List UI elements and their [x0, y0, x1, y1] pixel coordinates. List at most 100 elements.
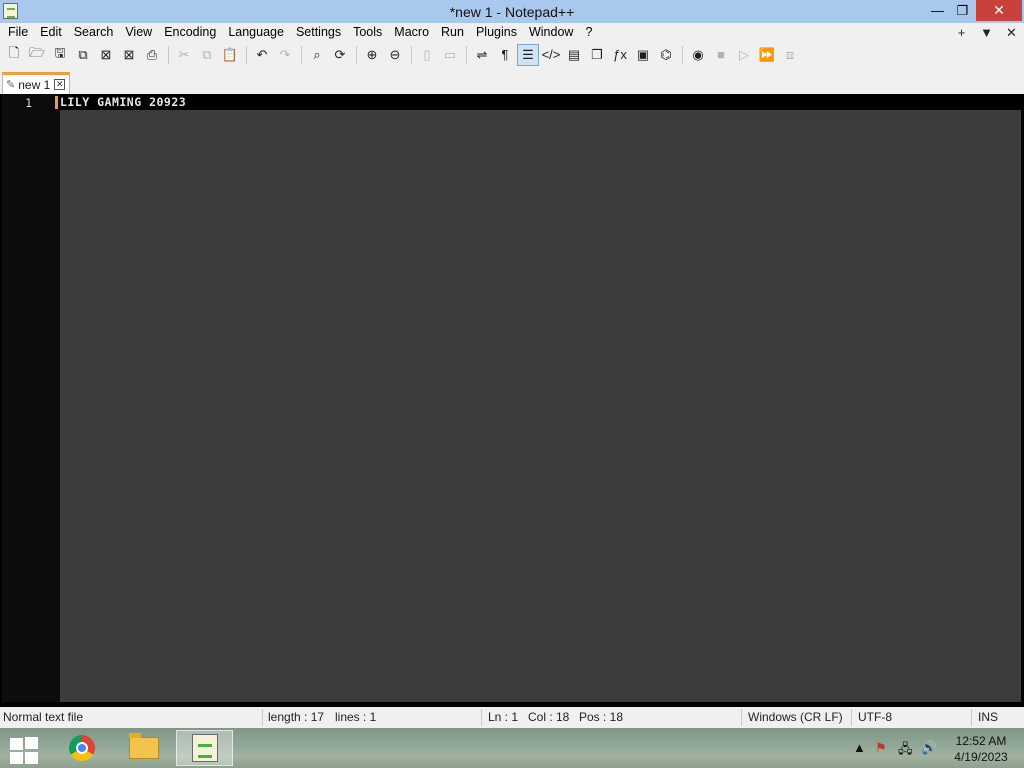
menu-edit[interactable]: Edit [34, 23, 68, 42]
menu-encoding[interactable]: Encoding [158, 23, 222, 42]
menu-view[interactable]: View [119, 23, 158, 42]
sync-horizontal-icon[interactable]: ▭ [439, 44, 461, 66]
doc-list-icon[interactable]: ❐ [586, 44, 608, 66]
replace-icon[interactable]: ⟳ [329, 44, 351, 66]
redo-icon[interactable]: ↷ [274, 44, 296, 66]
minimize-button[interactable]: — [925, 0, 950, 21]
taskbar-notepad-plus-plus[interactable] [176, 730, 233, 766]
modified-pencil-icon: ✎ [6, 79, 16, 91]
tab-list-icon[interactable]: ▼ [974, 25, 999, 40]
notepad-plus-plus-icon [191, 734, 218, 762]
play-macro-icon[interactable]: ▷ [733, 44, 755, 66]
taskbar-clock[interactable]: 12:52 AM 4/19/2023 [945, 733, 1017, 765]
status-encoding[interactable]: UTF-8 [858, 707, 892, 728]
clock-date: 4/19/2023 [954, 750, 1008, 764]
network-icon[interactable]: 🖧 [898, 740, 913, 762]
print-icon[interactable]: ⎙ [141, 44, 163, 66]
stop-macro-icon[interactable]: ■ [710, 44, 732, 66]
zoom-in-icon[interactable]: ⊕ [361, 44, 383, 66]
cut-icon[interactable]: ✂ [173, 44, 195, 66]
show-hidden-icons[interactable]: ▲ [853, 740, 866, 755]
editor-line[interactable]: LILY GAMING 20923 [60, 95, 186, 109]
status-eol[interactable]: Windows (CR LF) [748, 707, 843, 728]
current-line-highlight [60, 94, 1021, 110]
save-icon[interactable]: 🖫 [49, 44, 71, 66]
action-center-flag-icon[interactable]: ⚑ [875, 740, 887, 756]
menu-plugins[interactable]: Plugins [470, 23, 523, 42]
save-macro-icon[interactable]: ⧈ [779, 44, 801, 66]
copy-icon[interactable]: ⧉ [196, 44, 218, 66]
paste-icon[interactable]: 📋 [219, 44, 241, 66]
save-all-icon[interactable]: ⧉ [72, 44, 94, 66]
close-tab-icon[interactable]: ✕ [999, 25, 1024, 41]
tab-bar: ✎ new 1 ✕ [0, 67, 1024, 94]
volume-icon[interactable]: 🔊 [921, 740, 937, 756]
status-divider [262, 709, 263, 726]
close-all-icon[interactable]: ⊠ [118, 44, 140, 66]
clock-time: 12:52 AM [955, 734, 1007, 748]
indent-guide-icon[interactable]: ☰ [517, 43, 539, 66]
sync-vertical-icon[interactable]: ▯ [416, 44, 438, 66]
menu-help[interactable]: ? [579, 23, 598, 42]
file-explorer-icon [128, 733, 159, 759]
doc-map-icon[interactable]: ▤ [563, 44, 585, 66]
title-bar: *new 1 - Notepad++ — ❐ ✕ [0, 0, 1024, 23]
menu-macro[interactable]: Macro [388, 23, 435, 42]
run-macro-multiple-icon[interactable]: ⏩ [756, 44, 778, 66]
record-macro-icon[interactable]: ◉ [687, 44, 709, 66]
word-wrap-icon[interactable]: ⇌ [471, 44, 493, 66]
restore-button[interactable]: ❐ [950, 0, 975, 21]
status-ln: Ln : 1 [488, 710, 519, 724]
tab-close-icon[interactable]: ✕ [54, 79, 66, 90]
close-icon[interactable]: ⊠ [95, 44, 117, 66]
status-lines: lines : 1 [335, 710, 377, 724]
editor-area[interactable]: 1 LILY GAMING 20923 [2, 94, 1021, 702]
status-pos: Pos : 18 [579, 710, 624, 724]
function-list-icon[interactable]: ƒx [609, 44, 631, 66]
find-icon[interactable]: ⌕ [306, 44, 328, 66]
toolbar-separator [682, 45, 683, 64]
toolbar-separator [168, 45, 169, 64]
menu-right-controls: + ▼ ✕ [949, 23, 1024, 42]
taskbar-file-explorer[interactable] [115, 730, 172, 766]
xml-tag-icon[interactable]: </> [540, 44, 562, 66]
toolbar-separator [356, 45, 357, 64]
status-divider [851, 709, 852, 726]
toolbar: 🗋 🗁 🖫 ⧉ ⊠ ⊠ ⎙ ✂ ⧉ 📋 ↶ ↷ ⌕ ⟳ ⊕ ⊖ ▯ ▭ ⇌ ¶ … [0, 42, 1024, 67]
show-all-chars-icon[interactable]: ¶ [494, 44, 516, 66]
tab-new-1[interactable]: ✎ new 1 ✕ [2, 72, 70, 94]
tab-label: new 1 [18, 77, 51, 92]
menu-language[interactable]: Language [222, 23, 290, 42]
status-length: length : 17 [268, 710, 325, 724]
start-icon[interactable] [8, 736, 40, 764]
new-file-icon[interactable]: 🗋 [3, 44, 25, 66]
folder-workspace-icon[interactable]: ⌬ [655, 44, 677, 66]
status-insert-mode[interactable]: INS [978, 707, 998, 728]
new-tab-icon[interactable]: + [949, 25, 974, 40]
menu-window[interactable]: Window [523, 23, 579, 42]
zoom-out-icon[interactable]: ⊖ [384, 44, 406, 66]
status-divider [971, 709, 972, 726]
undo-icon[interactable]: ↶ [251, 44, 273, 66]
taskbar-chrome[interactable] [53, 730, 110, 766]
toolbar-separator [466, 45, 467, 64]
close-button[interactable]: ✕ [976, 0, 1022, 21]
toolbar-separator [246, 45, 247, 64]
status-bar: Normal text file length : 17 lines : 1 L… [0, 707, 1024, 728]
menu-run[interactable]: Run [435, 23, 470, 42]
line-number: 1 [25, 96, 32, 110]
status-file-type: Normal text file [3, 710, 84, 724]
open-folder-icon[interactable]: 🗁 [26, 44, 48, 66]
status-divider [741, 709, 742, 726]
menu-tools[interactable]: Tools [347, 23, 388, 42]
menu-search[interactable]: Search [68, 23, 120, 42]
monitor-icon[interactable]: ▣ [632, 44, 654, 66]
menu-file[interactable]: File [2, 23, 34, 42]
chrome-icon [68, 735, 95, 761]
taskbar: ▲ ⚑ 🖧 🔊 12:52 AM 4/19/2023 [0, 728, 1024, 768]
toolbar-separator [301, 45, 302, 64]
menu-bar: File Edit Search View Encoding Language … [0, 23, 1024, 42]
toolbar-separator [411, 45, 412, 64]
menu-settings[interactable]: Settings [290, 23, 347, 42]
line-number-gutter: 1 [2, 94, 60, 702]
